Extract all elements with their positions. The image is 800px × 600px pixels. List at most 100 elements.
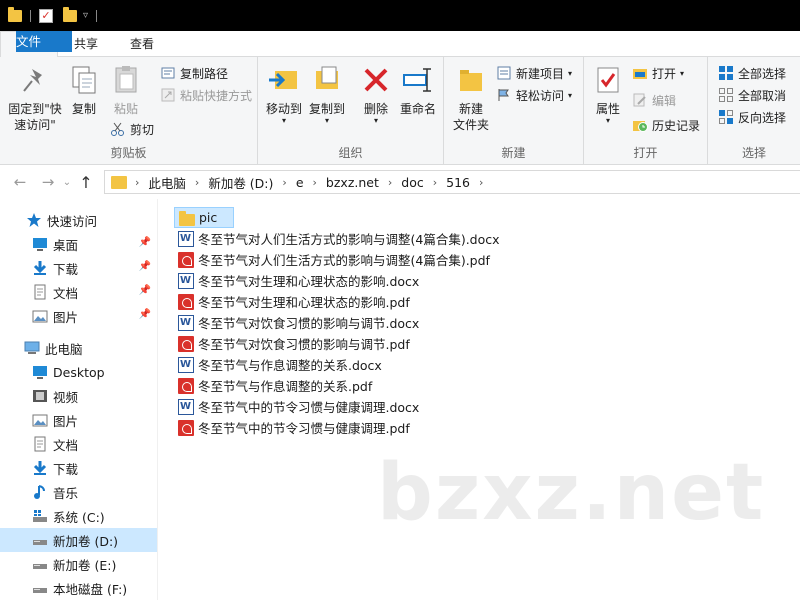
breadcrumb-chevron-icon[interactable]: › bbox=[282, 176, 286, 189]
nav-label: 文档 bbox=[53, 285, 79, 301]
breadcrumb-chevron-icon[interactable]: › bbox=[433, 176, 437, 189]
file-name: 冬至节气对生理和心理状态的影响.pdf bbox=[198, 295, 410, 310]
nav-item-pictures[interactable]: 图片 bbox=[0, 408, 157, 432]
new-item-dropdown-icon[interactable]: ▾ bbox=[568, 69, 572, 78]
list-item[interactable]: 冬至节气对饮食习惯的影响与调节.pdf bbox=[174, 333, 410, 354]
copy-path-button[interactable]: 复制路径 bbox=[160, 62, 228, 84]
list-item[interactable]: 冬至节气对生理和心理状态的影响.pdf bbox=[174, 291, 410, 312]
list-item[interactable]: 冬至节气对人们生活方式的影响与调整(4篇合集).pdf bbox=[174, 249, 490, 270]
breadcrumb-chevron-icon[interactable]: › bbox=[195, 176, 199, 189]
list-item[interactable]: 冬至节气中的节令习惯与健康调理.pdf bbox=[174, 417, 410, 438]
copy-to-button[interactable]: 复制到 ▾ bbox=[306, 63, 348, 125]
properties-button[interactable]: 属性 ▾ bbox=[590, 63, 626, 125]
paste-button[interactable]: 粘贴 bbox=[106, 63, 146, 117]
list-item[interactable]: 冬至节气对人们生活方式的影响与调整(4篇合集).docx bbox=[174, 228, 500, 249]
move-to-button[interactable]: 移动到 ▾ bbox=[264, 63, 304, 125]
breadcrumb-item[interactable]: bzxz.net bbox=[326, 175, 379, 190]
new-folder-quick-icon[interactable] bbox=[63, 6, 77, 22]
recent-locations-chevron-icon[interactable]: ⌄ bbox=[60, 177, 74, 188]
nav-item-desktop[interactable]: Desktop bbox=[0, 360, 157, 384]
word-document-icon bbox=[178, 356, 194, 373]
breadcrumb-item[interactable]: e bbox=[296, 175, 304, 190]
edit-icon bbox=[632, 92, 648, 108]
copy-button[interactable]: 复制 bbox=[66, 63, 102, 117]
properties-label: 属性 bbox=[595, 102, 620, 116]
breadcrumb-item[interactable]: 516 bbox=[446, 175, 470, 190]
word-document-icon bbox=[178, 398, 194, 415]
nav-item-drive-e[interactable]: 新加卷 (E:) bbox=[0, 552, 157, 576]
delete-dropdown-icon[interactable]: ▾ bbox=[358, 117, 394, 125]
download-arrow-icon bbox=[32, 260, 48, 276]
pin-to-quick-access-button[interactable]: 固定到"快 速访问" bbox=[4, 63, 66, 133]
breadcrumb-chevron-icon[interactable]: › bbox=[313, 176, 317, 189]
list-item[interactable]: 冬至节气对生理和心理状态的影响.docx bbox=[174, 270, 419, 291]
easy-access-button[interactable]: 轻松访问 ▾ bbox=[496, 84, 572, 106]
nav-item-downloads-quick[interactable]: 下载 📌 bbox=[0, 256, 157, 280]
pin-icon[interactable]: 📌 bbox=[139, 237, 151, 248]
nav-item-documents-quick[interactable]: 文档 📌 bbox=[0, 280, 157, 304]
nav-item-downloads[interactable]: 下载 bbox=[0, 456, 157, 480]
delete-button[interactable]: 删除 ▾ bbox=[358, 63, 394, 125]
up-arrow-icon[interactable]: ↑ bbox=[74, 173, 98, 192]
new-folder-button[interactable]: 新建 文件夹 bbox=[448, 63, 494, 133]
cut-button[interactable]: 剪切 bbox=[110, 118, 154, 140]
breadcrumb-item[interactable]: 此电脑 bbox=[148, 173, 186, 192]
rename-button[interactable]: 重命名 bbox=[396, 63, 440, 117]
breadcrumb[interactable]: › 此电脑 › 新加卷 (D:) › e › bzxz.net › doc › … bbox=[104, 170, 800, 194]
pdf-document-icon bbox=[178, 335, 194, 352]
nav-item-documents[interactable]: 文档 bbox=[0, 432, 157, 456]
properties-dropdown-icon[interactable]: ▾ bbox=[590, 117, 626, 125]
pin-icon[interactable]: 📌 bbox=[139, 309, 151, 320]
list-item[interactable]: 冬至节气与作息调整的关系.docx bbox=[174, 354, 382, 375]
open-dropdown-icon[interactable]: ▾ bbox=[680, 69, 684, 78]
nav-label: 系统 (C:) bbox=[53, 509, 105, 525]
edit-button[interactable]: 编辑 bbox=[632, 89, 676, 111]
select-none-label: 全部取消 bbox=[738, 88, 787, 103]
nav-item-drive-c[interactable]: 系统 (C:) bbox=[0, 504, 157, 528]
nav-item-drive-f[interactable]: 本地磁盘 (F:) bbox=[0, 576, 157, 600]
pin-icon[interactable]: 📌 bbox=[139, 261, 151, 272]
nav-item-desktop-quick[interactable]: 桌面 📌 bbox=[0, 232, 157, 256]
select-all-button[interactable]: 全部选择 bbox=[718, 62, 786, 84]
new-item-button[interactable]: 新建项目 ▾ bbox=[496, 62, 572, 84]
customize-quick-access-chevron-icon[interactable]: ▿ bbox=[83, 10, 88, 21]
list-item[interactable]: 冬至节气与作息调整的关系.pdf bbox=[174, 375, 372, 396]
move-to-icon bbox=[267, 63, 301, 97]
tab-view[interactable]: 查看 bbox=[114, 31, 170, 57]
nav-item-videos[interactable]: 视频 bbox=[0, 384, 157, 408]
invert-selection-button[interactable]: 反向选择 bbox=[718, 106, 786, 128]
breadcrumb-chevron-icon[interactable]: › bbox=[135, 176, 139, 189]
paste-shortcut-button[interactable]: 粘贴快捷方式 bbox=[160, 84, 252, 106]
video-icon bbox=[32, 388, 48, 404]
nav-item-pictures-quick[interactable]: 图片 📌 bbox=[0, 304, 157, 328]
select-none-button[interactable]: 全部取消 bbox=[718, 84, 786, 106]
properties-icon bbox=[591, 63, 625, 97]
nav-label: Desktop bbox=[53, 364, 105, 380]
list-item[interactable]: 冬至节气对饮食习惯的影响与调节.docx bbox=[174, 312, 419, 333]
copy-to-dropdown-icon[interactable]: ▾ bbox=[306, 117, 348, 125]
nav-this-pc[interactable]: 此电脑 bbox=[0, 336, 157, 360]
open-button[interactable]: 打开 ▾ bbox=[632, 62, 684, 84]
select-all-icon bbox=[718, 65, 734, 81]
nav-item-music[interactable]: 音乐 bbox=[0, 480, 157, 504]
select-all-label: 全部选择 bbox=[738, 66, 787, 81]
easy-access-dropdown-icon[interactable]: ▾ bbox=[568, 91, 572, 100]
delete-label: 删除 bbox=[363, 102, 388, 116]
drive-icon bbox=[32, 580, 48, 596]
breadcrumb-item[interactable]: 新加卷 (D:) bbox=[208, 173, 273, 192]
forward-arrow-icon[interactable]: → bbox=[36, 173, 60, 191]
address-bar-row: ← → ⌄ ↑ › 此电脑 › 新加卷 (D:) › e › bzxz.net … bbox=[0, 165, 800, 199]
back-arrow-icon[interactable]: ← bbox=[8, 173, 32, 191]
list-item[interactable]: 冬至节气中的节令习惯与健康调理.docx bbox=[174, 396, 419, 417]
pin-icon[interactable]: 📌 bbox=[139, 285, 151, 296]
breadcrumb-chevron-icon[interactable]: › bbox=[479, 176, 483, 189]
breadcrumb-chevron-icon[interactable]: › bbox=[388, 176, 392, 189]
properties-quick-icon[interactable]: ✓ bbox=[39, 8, 53, 23]
nav-item-drive-d[interactable]: 新加卷 (D:) bbox=[0, 528, 157, 552]
history-button[interactable]: 历史记录 bbox=[632, 114, 700, 136]
breadcrumb-item[interactable]: doc bbox=[401, 175, 423, 190]
nav-quick-access[interactable]: 快速访问 bbox=[0, 208, 157, 232]
list-item-folder[interactable]: pic bbox=[174, 207, 235, 228]
move-to-dropdown-icon[interactable]: ▾ bbox=[264, 117, 304, 125]
tab-file[interactable]: 文件 bbox=[16, 31, 72, 52]
